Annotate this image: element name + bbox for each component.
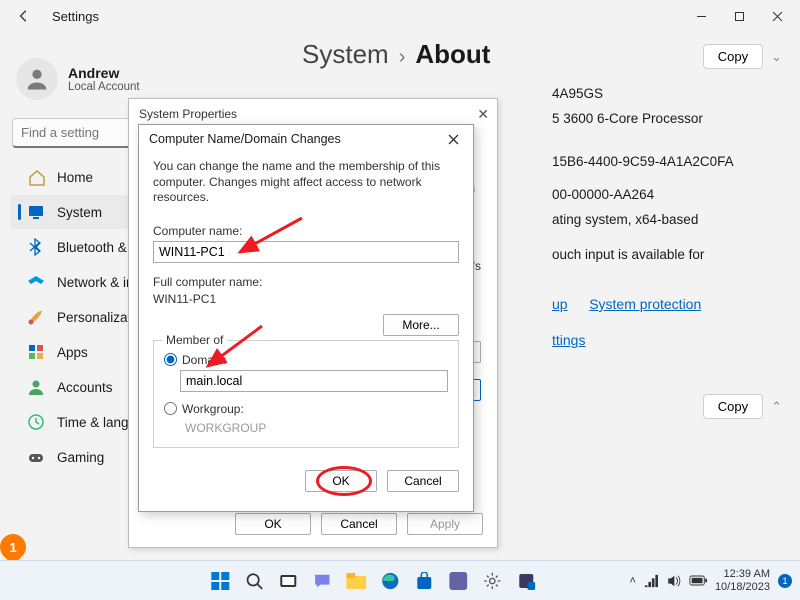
- apps-icon: [27, 343, 45, 361]
- avatar-icon: [16, 58, 58, 100]
- accounts-icon: [27, 378, 45, 396]
- domain-field[interactable]: [180, 370, 448, 392]
- full-name-label: Full computer name:: [153, 275, 459, 289]
- sysprops-apply-button[interactable]: Apply: [407, 513, 483, 535]
- user-name: Andrew: [68, 65, 140, 81]
- more-button[interactable]: More...: [383, 314, 459, 336]
- time-icon: [27, 413, 45, 431]
- spec-cpu: 5 3600 6-Core Processor: [552, 111, 703, 126]
- tray-chevron-icon[interactable]: ˄: [630, 575, 636, 587]
- brush-icon: [27, 308, 45, 326]
- user-subtitle: Local Account: [68, 81, 140, 93]
- nav-item-label: Gaming: [57, 450, 104, 465]
- dlg-close-button[interactable]: [437, 127, 469, 151]
- maximize-button[interactable]: [720, 0, 758, 32]
- start-button[interactable]: [206, 567, 234, 595]
- nav-item-label: Home: [57, 170, 93, 185]
- system-tray[interactable]: ˄ 12:39 AM 10/18/2023 1: [630, 568, 793, 592]
- chevron-right-icon: ›: [399, 46, 406, 69]
- domain-changes-dialog: Computer Name/Domain Changes You can cha…: [138, 124, 474, 512]
- full-name-value: WIN11-PC1: [153, 292, 459, 306]
- spec-arch: ating system, x64-based: [552, 212, 698, 227]
- battery-tray-icon[interactable]: [689, 575, 707, 586]
- computer-name-label: Computer name:: [153, 224, 459, 238]
- member-of-legend: Member of: [162, 333, 227, 347]
- system-icon: [27, 203, 45, 221]
- taskbar-center: [206, 567, 540, 595]
- explorer-icon[interactable]: [342, 567, 370, 595]
- window-titlebar: Settings: [0, 0, 800, 32]
- sysprops-close-icon[interactable]: ✕: [477, 106, 489, 123]
- spec-id: 4A95GS: [552, 86, 603, 101]
- close-button[interactable]: [758, 0, 796, 32]
- dlg-cancel-button[interactable]: Cancel: [387, 470, 459, 492]
- nav-item-label: System: [57, 205, 102, 220]
- workgroup-value: WORKGROUP: [180, 419, 448, 437]
- dlg-ok-button[interactable]: OK: [305, 470, 377, 492]
- network-tray-icon[interactable]: [644, 574, 658, 588]
- computer-name-field[interactable]: [153, 241, 459, 263]
- sysprops-ok-button[interactable]: OK: [235, 513, 311, 535]
- volume-tray-icon[interactable]: [666, 574, 681, 588]
- settings-taskbar-icon[interactable]: [478, 567, 506, 595]
- page-title: About: [415, 39, 490, 70]
- sysprops-title: System Properties: [139, 107, 237, 121]
- breadcrumb-section[interactable]: System: [302, 39, 389, 70]
- tray-time: 12:39 AM: [715, 568, 770, 580]
- nav-item-label: Apps: [57, 345, 88, 360]
- chat-icon[interactable]: [308, 567, 336, 595]
- sysprops-cancel-button[interactable]: Cancel: [321, 513, 397, 535]
- store-icon[interactable]: [410, 567, 438, 595]
- link-system-protection[interactable]: System protection: [589, 296, 701, 312]
- back-button[interactable]: [4, 0, 44, 32]
- link-settings[interactable]: ttings: [552, 332, 585, 348]
- app-icon-1[interactable]: [444, 567, 472, 595]
- taskbar: ˄ 12:39 AM 10/18/2023 1: [0, 560, 800, 600]
- home-icon: [27, 168, 45, 186]
- workgroup-radio-label: Workgroup:: [182, 402, 244, 416]
- spec-touch: ouch input is available for: [552, 247, 704, 262]
- member-of-group: Member of Domain: Workgroup: WORKGROUP: [153, 340, 459, 448]
- spec-deviceid: 15B6-4400-9C59-4A1A2C0FA: [552, 154, 734, 169]
- domain-radio[interactable]: [164, 353, 177, 366]
- workgroup-radio[interactable]: [164, 402, 177, 415]
- copy-button-top[interactable]: Copy: [703, 44, 763, 69]
- minimize-button[interactable]: [682, 0, 720, 32]
- window-title: Settings: [52, 9, 682, 24]
- domain-radio-label: Domain:: [182, 353, 227, 367]
- dlg-instructions: You can change the name and the membersh…: [153, 159, 459, 206]
- bluetooth-icon: [27, 238, 45, 256]
- notification-badge[interactable]: 1: [778, 574, 792, 588]
- link-startup[interactable]: up: [552, 296, 568, 312]
- app-icon-2[interactable]: [512, 567, 540, 595]
- edge-icon[interactable]: [376, 567, 404, 595]
- copy-button-bottom[interactable]: Copy: [703, 394, 763, 419]
- wifi-icon: [27, 273, 45, 291]
- spec-productid: 00-00000-AA264: [552, 187, 654, 202]
- tray-date: 10/18/2023: [715, 581, 770, 593]
- gaming-icon: [27, 448, 45, 466]
- task-view-icon[interactable]: [274, 567, 302, 595]
- taskbar-search-icon[interactable]: [240, 567, 268, 595]
- nav-item-label: Accounts: [57, 380, 113, 395]
- dlg-title-text: Computer Name/Domain Changes: [149, 132, 341, 146]
